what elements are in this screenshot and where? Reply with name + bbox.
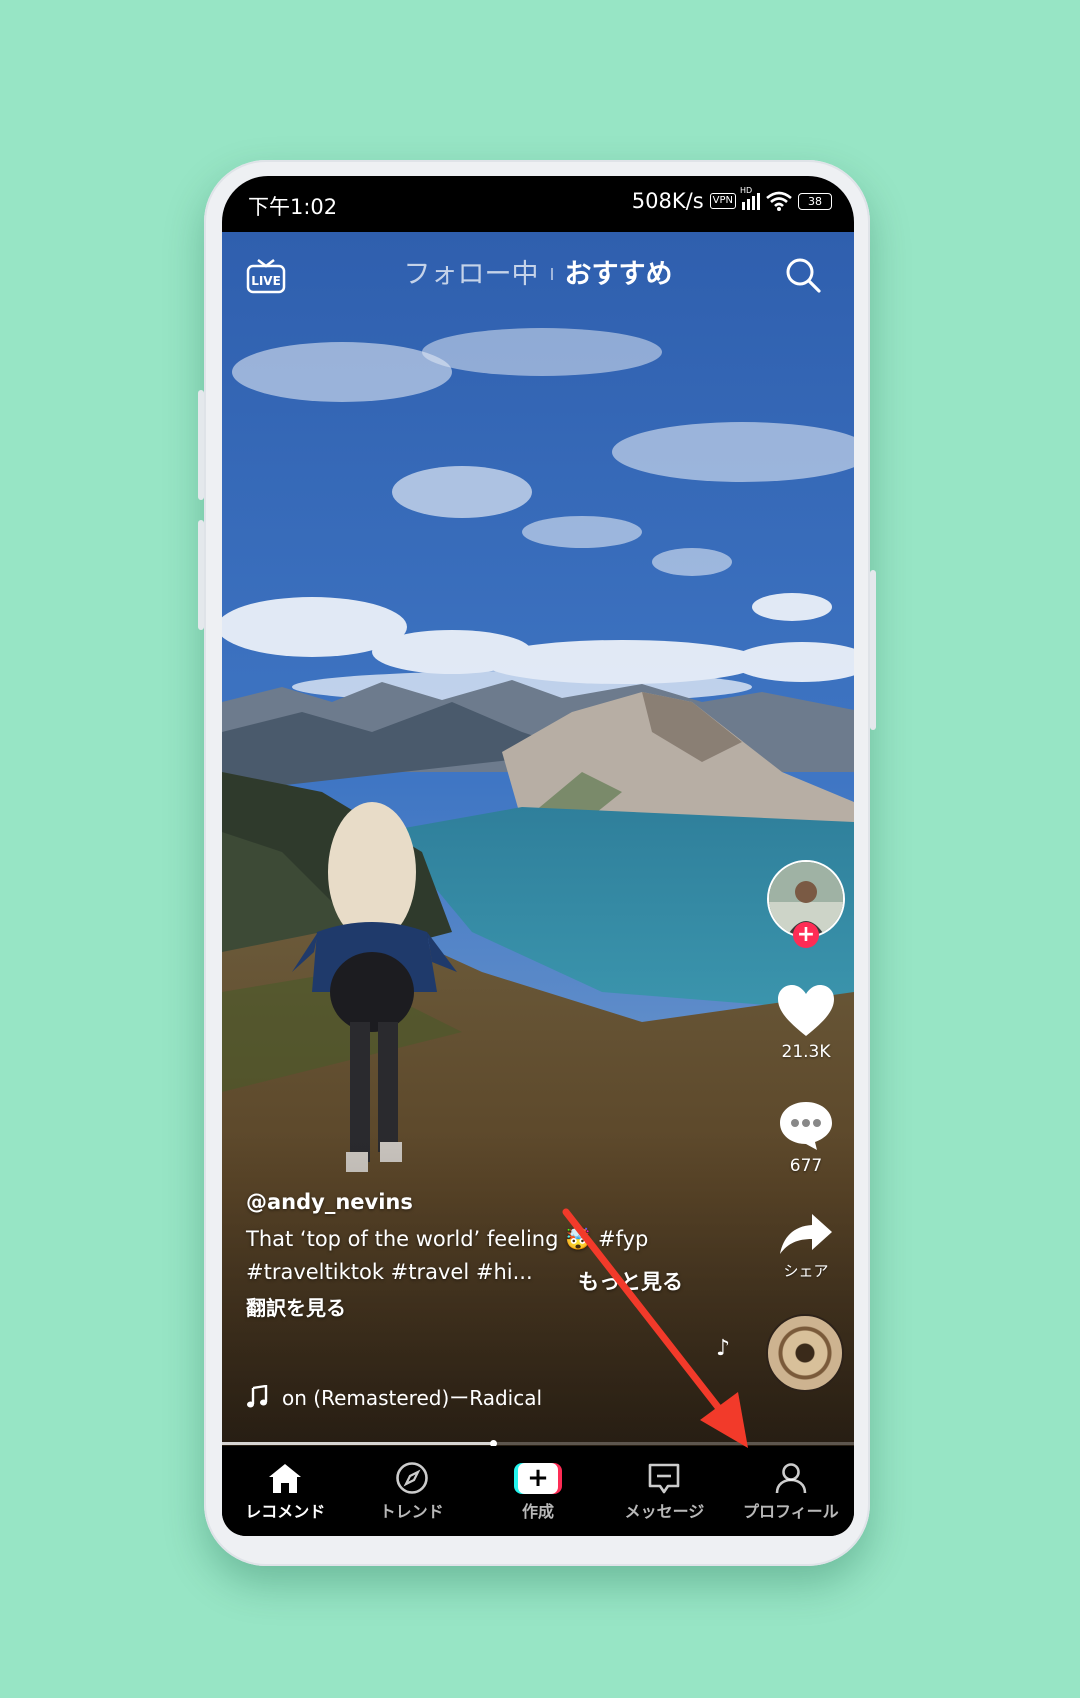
- see-more-link[interactable]: もっと見る: [578, 1266, 683, 1296]
- network-speed: 508K/s: [631, 189, 704, 213]
- author-username[interactable]: @andy_nevins: [246, 1190, 716, 1214]
- share-icon: [780, 1214, 832, 1254]
- bottom-nav: レコメンド トレンド + 作成 メッセージ プロフィール: [222, 1446, 854, 1536]
- like-count: 21.3K: [781, 1042, 831, 1062]
- volume-down-button: [198, 520, 204, 630]
- message-icon: [649, 1463, 680, 1494]
- nav-trend-label: トレンド: [379, 1502, 444, 1521]
- nav-create[interactable]: + 作成: [475, 1446, 601, 1536]
- tab-following[interactable]: フォロー中: [404, 259, 539, 290]
- feed-tabs: フォロー中 おすすめ: [222, 252, 854, 291]
- translate-link[interactable]: 翻訳を見る: [246, 1292, 716, 1321]
- feed-top-bar: LIVE フォロー中 おすすめ: [222, 232, 854, 322]
- video-caption: @andy_nevins That ‘top of the world’ fee…: [246, 1190, 716, 1321]
- signal-icon: HD: [740, 186, 760, 210]
- phone-screen: 下午1:02 508K/s VPN HD 38 LIVE フォロー中 おすすめ …: [222, 176, 854, 1536]
- video-progress-bar[interactable]: [222, 1440, 854, 1447]
- tab-for-you[interactable]: おすすめ: [565, 259, 673, 290]
- music-disc[interactable]: [766, 1314, 844, 1392]
- nav-trend[interactable]: トレンド: [348, 1446, 474, 1536]
- nav-home-label: レコメンド: [245, 1502, 326, 1521]
- nav-profile[interactable]: プロフィール: [728, 1446, 854, 1536]
- caption-line-1: That ‘top of the world’ feeling 🤯 #fyp: [246, 1227, 649, 1251]
- comment-icon: [780, 1102, 832, 1150]
- nav-create-label: 作成: [522, 1502, 555, 1521]
- status-time: 下午1:02: [248, 195, 338, 219]
- search-icon[interactable]: [784, 256, 822, 294]
- home-icon: [269, 1464, 302, 1493]
- vpn-badge: VPN: [709, 193, 736, 209]
- nav-messages[interactable]: メッセージ: [601, 1446, 727, 1536]
- status-bar: 下午1:02 508K/s VPN HD 38: [222, 176, 854, 232]
- create-icon: +: [514, 1462, 563, 1494]
- share-label: シェア: [783, 1262, 829, 1280]
- hd-label: HD: [740, 186, 753, 195]
- comment-count: 677: [789, 1156, 823, 1176]
- status-indicators: 508K/s VPN HD 38: [631, 186, 832, 213]
- nav-messages-label: メッセージ: [624, 1502, 705, 1521]
- compass-icon: [395, 1462, 428, 1494]
- profile-icon: [775, 1463, 807, 1494]
- battery-icon: 38: [798, 192, 832, 210]
- nav-profile-label: プロフィール: [742, 1502, 839, 1521]
- volume-up-button: [198, 390, 204, 500]
- phone-frame: 下午1:02 508K/s VPN HD 38 LIVE フォロー中 おすすめ …: [198, 160, 876, 1566]
- heart-icon: [778, 985, 834, 1036]
- like-action[interactable]: 21.3K: [764, 984, 848, 1062]
- comment-action[interactable]: 677: [764, 1100, 848, 1176]
- power-button: [870, 570, 876, 730]
- tab-separator: [550, 267, 553, 280]
- action-rail: + 21.3K 677 シェア: [764, 860, 848, 1281]
- follow-button[interactable]: +: [793, 922, 819, 948]
- nav-home[interactable]: レコメンド: [222, 1446, 348, 1536]
- music-note-icon: ♪: [716, 1336, 731, 1361]
- music-row[interactable]: on (Remastered)ーRadical: [246, 1382, 542, 1411]
- music-track-name: on (Remastered)ーRadical: [282, 1386, 543, 1410]
- share-action[interactable]: シェア: [764, 1212, 848, 1281]
- music-icon: [247, 1384, 268, 1407]
- video-progress-fill: [222, 1440, 497, 1447]
- wifi-icon: [766, 191, 792, 211]
